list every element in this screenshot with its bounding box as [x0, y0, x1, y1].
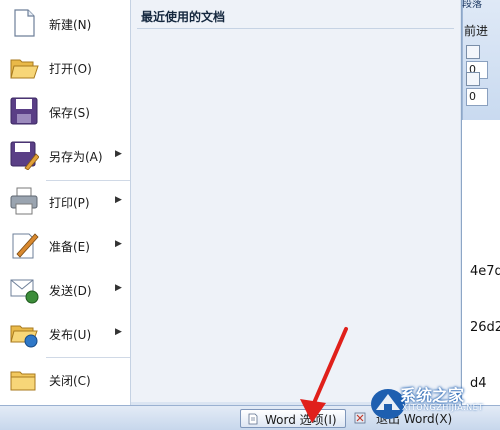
menu-item-new[interactable]: 新建(N) — [0, 3, 130, 45]
menu-item-label: 发布(U) — [49, 328, 92, 342]
submenu-arrow-icon: ▶ — [115, 149, 122, 159]
menu-item-print[interactable]: 打印(P) ▶ — [0, 181, 130, 223]
menu-command-list: 新建(N) 打开(O) 保存(S) 另存为(A) ▶ 打印(P) ▶ 准备(E)… — [0, 0, 131, 405]
submenu-arrow-icon: ▶ — [115, 327, 122, 337]
menu-item-label: 打印(P) — [49, 196, 90, 210]
document-text-fragment: 4e7d — [470, 264, 500, 279]
publish-icon — [10, 325, 38, 348]
ribbon-group-heading: 段落 — [462, 0, 482, 10]
options-doc-icon — [248, 413, 258, 425]
menu-item-publish[interactable]: 发布(U) ▶ — [0, 313, 130, 355]
menu-item-prepare[interactable]: 准备(E) ▶ — [0, 225, 130, 267]
save-disk-icon — [10, 97, 38, 125]
spacing-after-row[interactable]: 0 字 — [466, 69, 500, 106]
send-icon — [10, 279, 39, 304]
annotation-arrow-icon — [300, 327, 348, 423]
spacing-icon — [466, 44, 480, 59]
new-doc-icon — [14, 9, 35, 37]
recent-documents-title: 最近使用的文档 — [141, 10, 226, 24]
spacing-icon — [466, 71, 480, 86]
menu-item-close[interactable]: 关闭(C) — [0, 359, 130, 401]
menu-separator — [46, 357, 130, 358]
menu-item-label: 新建(N) — [49, 18, 92, 32]
menu-item-save-as[interactable]: 另存为(A) ▶ — [0, 135, 130, 177]
submenu-arrow-icon: ▶ — [115, 283, 122, 293]
submenu-arrow-icon: ▶ — [115, 239, 122, 249]
ribbon-label: 前进 — [464, 24, 489, 38]
menu-item-label: 关闭(C) — [49, 374, 91, 388]
spacing-before-row[interactable]: 0 字 — [466, 42, 500, 79]
save-as-icon — [10, 141, 39, 170]
menu-item-send[interactable]: 发送(D) ▶ — [0, 269, 130, 311]
menu-item-open[interactable]: 打开(O) — [0, 47, 130, 89]
close-folder-icon — [10, 371, 36, 391]
watermark-subtext: XITONGZHIJIA.NET — [402, 403, 484, 412]
printer-icon — [10, 187, 38, 215]
spacing-after-input[interactable]: 0 字 — [466, 87, 488, 106]
menu-item-save[interactable]: 保存(S) — [0, 91, 130, 133]
submenu-arrow-icon: ▶ — [115, 195, 122, 205]
open-folder-icon — [10, 59, 39, 79]
prepare-icon — [12, 233, 39, 259]
menu-item-label: 打开(O) — [49, 62, 92, 76]
office-menu: 新建(N) 打开(O) 保存(S) 另存为(A) ▶ 打印(P) ▶ 准备(E)… — [0, 0, 462, 405]
menu-item-label: 发送(D) — [49, 284, 92, 298]
document-text-fragment: 26d2 — [470, 320, 500, 335]
menu-item-label: 保存(S) — [49, 106, 90, 120]
menu-item-label: 另存为(A) — [49, 150, 103, 164]
recent-separator — [137, 28, 454, 29]
menu-item-label: 准备(E) — [49, 240, 90, 254]
